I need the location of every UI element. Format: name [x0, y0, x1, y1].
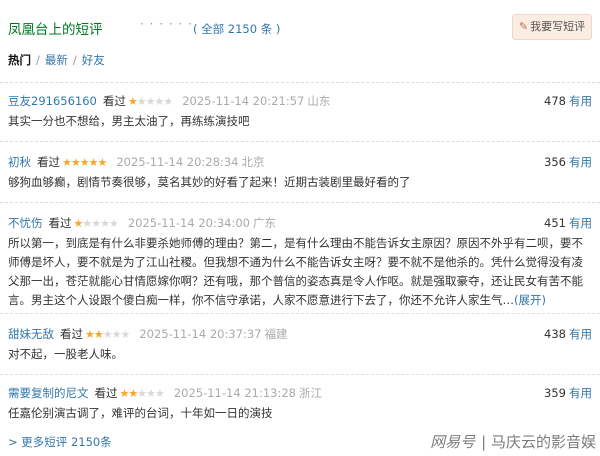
watch-status: 看过: [37, 155, 60, 169]
watch-status: 看过: [48, 216, 72, 230]
useful-votes: 438 有用: [544, 325, 592, 343]
review-item: 不忧伤 看过 ★★★★★ 2025-11-14 20:34:00 广东 451 有用 所以…: [8, 214, 592, 310]
review-text-body: 所以第一，到底是有什么非要杀她师傅的理由？第二，是有什么理由不能告诉女主原因？原…: [8, 236, 583, 307]
review-text: 其实一分也不想给，男主太油了，再练练演技吧: [8, 114, 250, 128]
useful-votes: 451 有用: [544, 214, 592, 232]
useful-button[interactable]: 有用: [569, 155, 592, 169]
review-meta: 甜妹无敌 看过 ★★★★★ 2025-11-14 20:37:37 福建 438 有用: [8, 325, 592, 343]
more-reviews-link[interactable]: > 更多短评 2150条: [8, 434, 112, 450]
review-location: 山东: [307, 94, 331, 108]
write-review-label: 我要写短评: [530, 20, 586, 33]
vote-count: 438: [544, 327, 566, 341]
review-text: 所以第一，到底是有什么非要杀她师傅的理由？第二，是有什么理由不能告诉女主原因？原…: [8, 234, 592, 310]
vote-count: 478: [544, 94, 566, 108]
review-username[interactable]: 豆友291656160: [8, 94, 97, 108]
review-meta: 初秋 看过 ★★★★★ 2025-11-14 20:28:34 北京 356 有用: [8, 153, 592, 171]
review-item: 初秋 看过 ★★★★★ 2025-11-14 20:28:34 北京 356 有用 够狗血…: [8, 153, 592, 192]
divider: [0, 313, 600, 314]
expand-link[interactable]: (展开): [514, 293, 546, 307]
review-time: 2025-11-14 21:13:28: [173, 386, 296, 400]
review-time: 2025-11-14 20:21:57: [182, 94, 305, 108]
divider: [0, 82, 600, 83]
useful-button[interactable]: 有用: [569, 386, 592, 400]
review-meta: 豆友291656160 看过 ★★★★★ 2025-11-14 20:21:57 山东 …: [8, 92, 592, 110]
useful-button[interactable]: 有用: [569, 327, 592, 341]
review-username[interactable]: 初秋: [8, 155, 31, 169]
vote-count: 359: [544, 386, 566, 400]
tab-separator: /: [36, 53, 40, 67]
vote-count: 356: [544, 155, 566, 169]
review-location: 福建: [264, 327, 288, 341]
review-meta: 需要复制的尼文 看过 ★★★★★ 2025-11-14 21:13:28 浙江 359 有…: [8, 384, 592, 402]
review-item: 需要复制的尼文 看过 ★★★★★ 2025-11-14 21:13:28 浙江 359 有…: [8, 384, 592, 423]
rating-stars: ★★★★★: [62, 156, 107, 169]
review-username[interactable]: 不忧伤: [8, 216, 43, 230]
useful-button[interactable]: 有用: [569, 94, 592, 108]
watermark-author: 马庆云的影音娱: [490, 433, 596, 451]
watermark-separator: |: [481, 433, 487, 451]
review-text: 任嘉伦别演古调了，难评的台词，十年如一日的演技: [8, 406, 273, 420]
tab-hot[interactable]: 热门: [8, 53, 31, 67]
pencil-icon: ✎: [518, 20, 529, 33]
review-location: 广东: [252, 216, 276, 230]
section-header: 凤凰台上的短评 · · · · · · ( 全部 2150 条 ) ✎ 我要写短评: [8, 14, 592, 40]
useful-votes: 359 有用: [544, 384, 592, 402]
review-item: 豆友291656160 看过 ★★★★★ 2025-11-14 20:21:57 山东 …: [8, 92, 592, 131]
watermark-logo: 网易号: [430, 433, 476, 451]
review-meta: 不忧伤 看过 ★★★★★ 2025-11-14 20:34:00 广东 451 有用: [8, 214, 592, 232]
rating-stars: ★★★★★: [73, 217, 119, 230]
title-dots: · · · · · ·: [140, 17, 193, 31]
watermark: 网易号 | 马庆云的影音娱: [430, 431, 596, 452]
useful-votes: 356 有用: [544, 153, 592, 171]
review-text: 对不起，一股老人味。: [8, 347, 123, 361]
divider: [0, 141, 600, 142]
review-item: 甜妹无敌 看过 ★★★★★ 2025-11-14 20:37:37 福建 438 有用 对…: [8, 325, 592, 364]
sort-tabs: 热门 / 最新 / 好友: [8, 52, 105, 68]
useful-votes: 478 有用: [544, 92, 592, 110]
review-text: 够狗血够癫，剧情节奏很够，莫名其妙的好看了起来！近期古装剧里最好看的了: [8, 175, 411, 189]
rating-stars: ★★★★★: [119, 387, 165, 400]
review-username[interactable]: 需要复制的尼文: [8, 386, 89, 400]
rating-stars: ★★★★★: [127, 95, 173, 108]
write-review-button[interactable]: ✎ 我要写短评: [512, 14, 592, 40]
all-reviews-count-link[interactable]: ( 全部 2150 条 ): [193, 21, 280, 37]
vote-count: 451: [544, 216, 566, 230]
divider: [0, 202, 600, 203]
section-title: 凤凰台上的短评: [8, 22, 103, 38]
tab-friends[interactable]: 好友: [82, 53, 105, 67]
review-time: 2025-11-14 20:37:37: [139, 327, 262, 341]
review-location: 北京: [241, 155, 265, 169]
rating-stars: ★★★★★: [85, 328, 130, 341]
short-review-page: 凤凰台上的短评 · · · · · · ( 全部 2150 条 ) ✎ 我要写短评…: [0, 0, 600, 456]
review-time: 2025-11-14 20:28:34: [116, 155, 239, 169]
divider: [0, 374, 600, 375]
useful-button[interactable]: 有用: [569, 216, 592, 230]
review-username[interactable]: 甜妹无敌: [8, 327, 54, 341]
watch-status: 看过: [94, 386, 118, 400]
review-time: 2025-11-14 20:34:00: [127, 216, 250, 230]
tab-latest[interactable]: 最新: [45, 53, 68, 67]
watch-status: 看过: [60, 327, 83, 341]
watch-status: 看过: [102, 94, 126, 108]
tab-separator: /: [72, 53, 77, 67]
review-location: 浙江: [298, 386, 322, 400]
